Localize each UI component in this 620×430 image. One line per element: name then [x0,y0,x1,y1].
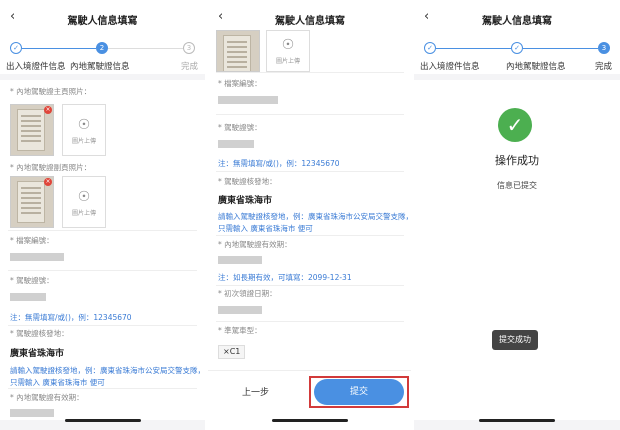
step-1-label: 出入境證件信息 [6,62,66,72]
step-1-check-icon: ✓ [10,42,22,54]
home-indicator [272,419,348,422]
validity-label: * 內地駕駛證有效期： [218,240,292,249]
back-photo-thumbnail[interactable]: × [10,176,54,228]
issuer-input[interactable]: 廣東省珠海市 [10,346,64,359]
file-no-label: * 檔案編號： [10,236,54,245]
issuer-note-line2: 只需輸入 廣東省珠海市 便可 [218,224,313,233]
divider [216,72,404,73]
step-2-label: 內地駕駛證信息 [70,62,130,72]
issuer-note-line1: 請輸入駕駛證核發地，例：廣東省珠海市公安局交警支隊， [218,212,412,221]
divider [8,270,197,271]
success-check-icon: ✓ [498,108,532,142]
camera-icon: ☉ [77,189,91,205]
step-1-label: 出入境證件信息 [420,62,480,72]
vehicle-type-label: * 準駕車型： [218,326,262,335]
issuer-input[interactable]: 廣東省珠海市 [218,193,272,206]
divider [216,235,404,236]
first-issue-input[interactable] [218,306,262,314]
page-title: 駕駛人信息填寫 [67,16,138,27]
back-photo-upload-button[interactable]: ☉ 圖片上傳 [62,176,106,228]
step-connector [436,48,511,49]
prev-step-button[interactable]: 上一步 [242,385,269,398]
divider [216,171,404,172]
issuer-label: * 駕駛證核發地： [10,329,69,338]
back-photo-upload-button[interactable]: ☉ 圖片上傳 [266,30,310,72]
form-body: * 內地駕駛證主頁照片： × ☉ 圖片上傳 * 內地駕駛證副頁照片： × ☉ 圖… [0,80,205,420]
vehicle-type-value: C1 [229,347,241,356]
home-indicator [479,419,555,422]
page-title: 駕駛人信息填寫 [482,16,552,27]
issuer-note-line2: 只需輸入 廣東省珠海市 便可 [10,378,105,387]
front-photo-label: * 內地駕駛證主頁照片： [10,87,92,96]
step-connector [108,48,183,49]
screen-form-step2-scrolled: ☉ 圖片上傳 * 檔案編號： * 駕駛證號： 注：無需填寫/或()，例：1234… [208,0,412,430]
action-footer: 上一步 提交 [208,370,412,412]
toast-message: 提交成功 [492,330,538,350]
home-indicator [64,419,141,422]
step-3-label: 完成 [595,62,613,72]
close-icon[interactable]: × [223,347,230,356]
upload-label: 圖片上傳 [71,138,96,145]
license-no-note: 注：無需填寫/或()，例：12345670 [10,313,132,322]
highlight-box [309,376,409,408]
delete-icon[interactable]: × [44,178,52,186]
step-3-label: 完成 [181,62,199,72]
camera-icon: ☉ [281,37,295,53]
top-bar: ‹ 駕駛人信息填寫 [414,0,620,36]
first-issue-label: * 初次領證日期： [218,289,277,298]
divider [216,321,404,322]
back-photo-thumbnail[interactable] [216,30,260,72]
top-bar: ‹ 駕駛人信息填寫 [0,0,205,36]
issuer-note-line1: 請輸入駕駛證核發地，例：廣東省珠海市公安局交警支隊， [10,366,205,375]
success-title: 操作成功 [495,154,539,167]
validity-label: * 內地駕駛證有效期： [10,393,84,402]
license-no-input[interactable] [10,293,46,301]
vehicle-type-chip[interactable]: ×C1 [218,345,246,359]
license-no-note: 注：無需填寫/或()，例：12345670 [218,159,340,168]
file-no-label: * 檔案編號： [218,79,262,88]
divider [8,230,197,231]
step-2-marker: 2 [96,42,108,54]
license-no-input[interactable] [218,140,254,148]
front-photo-upload-button[interactable]: ☉ 圖片上傳 [62,104,106,156]
validity-note: 注：如長期有效，可填寫：2099-12-31 [218,273,352,282]
file-no-input[interactable] [10,253,64,261]
divider [216,114,404,115]
license-no-label: * 駕駛證號： [218,123,262,132]
success-body: ✓ 操作成功 信息已提交 提交成功 [414,80,620,420]
validity-input[interactable] [218,256,262,264]
divider [8,388,197,389]
success-subtitle: 信息已提交 [497,181,537,190]
screen-form-step1: ‹ 駕駛人信息填寫 ✓ 2 3 出入境證件信息 內地駕駛證信息 完成 * 內地駕… [0,0,205,430]
back-photo-label: * 內地駕駛證副頁照片： [10,163,92,172]
upload-label: 圖片上傳 [275,58,300,65]
progress-steps: ✓ ✓ 3 出入境證件信息 內地駕駛證信息 完成 [414,36,620,74]
issuer-label: * 駕駛證核發地： [218,177,277,186]
step-3-marker: 3 [183,42,195,54]
front-photo-thumbnail[interactable]: × [10,104,54,156]
screen-success: ‹ 駕駛人信息填寫 ✓ ✓ 3 出入境證件信息 內地駕駛證信息 完成 ✓ 操作成… [414,0,620,430]
validity-input[interactable] [10,409,54,417]
step-2-check-icon: ✓ [511,42,523,54]
step-connector [523,48,598,49]
camera-icon: ☉ [77,117,91,133]
step-1-check-icon: ✓ [424,42,436,54]
page-title: 駕駛人信息填寫 [275,16,345,27]
file-no-input[interactable] [218,96,278,104]
license-no-label: * 駕駛證號： [10,276,54,285]
progress-steps: ✓ 2 3 出入境證件信息 內地駕駛證信息 完成 [0,36,205,74]
divider [8,325,197,326]
step-2-label: 內地駕駛證信息 [506,62,566,72]
upload-label: 圖片上傳 [71,210,96,217]
delete-icon[interactable]: × [44,106,52,114]
step-connector [22,48,96,49]
divider [216,285,404,286]
step-3-marker: 3 [598,42,610,54]
